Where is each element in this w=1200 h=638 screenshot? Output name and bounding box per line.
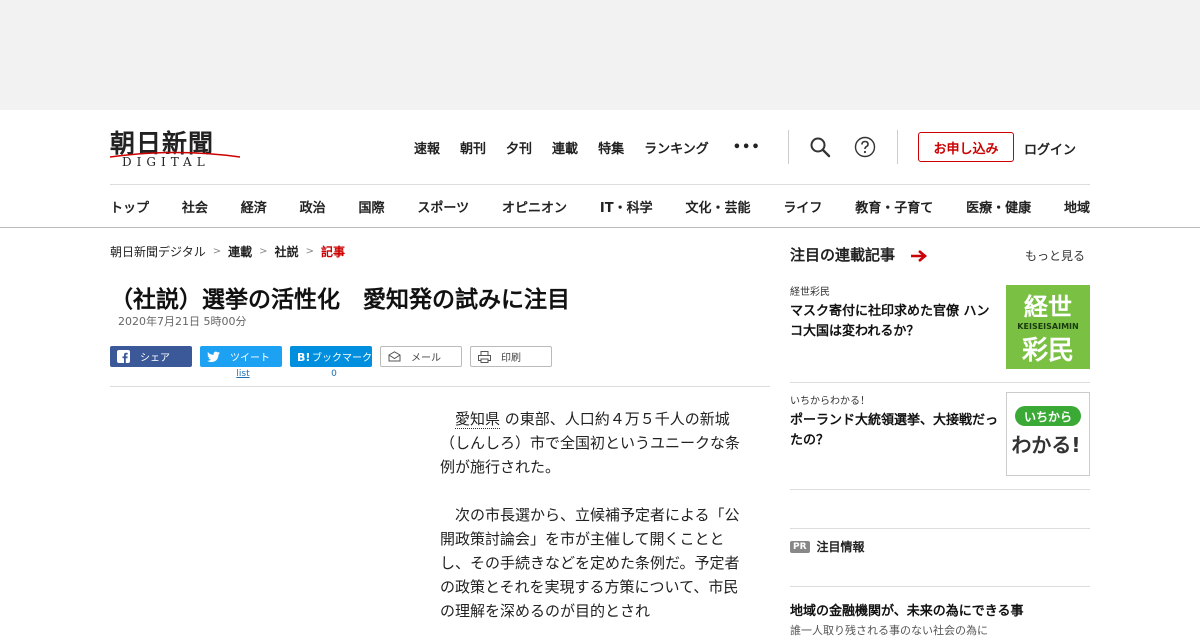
nav-ranking[interactable]: ランキング — [644, 138, 709, 157]
subscribe-button[interactable]: お申し込み — [918, 132, 1014, 162]
facebook-icon — [117, 350, 130, 363]
sidebar-article-keisei[interactable]: 経世彩民 マスク寄付に社印求めた官僚 ハンコ大国は変われるか？ 経世 KEISE… — [790, 283, 1090, 369]
share-mail-label: メール — [411, 353, 441, 364]
cat-it-science[interactable]: IT・科学 — [600, 197, 653, 216]
thumb-subtext: KEISEISAIMIN — [1017, 322, 1078, 331]
sidebar-article-title[interactable]: ポーランド大統領選挙、大接戦だったの？ — [790, 411, 1000, 451]
breadcrumb-separator: > — [305, 246, 314, 257]
breadcrumb-rensai[interactable]: 連載 — [228, 243, 252, 260]
logo-sub-text: DIGITAL — [122, 155, 210, 169]
header-divider — [788, 130, 789, 164]
breadcrumb-separator: > — [259, 246, 268, 257]
site-logo[interactable]: 朝日新聞 DIGITAL — [110, 124, 242, 170]
keisei-saimin-thumbnail[interactable]: 経世 KEISEISAIMIN 彩民 — [1006, 285, 1090, 369]
article-paragraph: 次の市長選から、立候補予定者による「公開政策討論会」を市が主催して開くこととし、… — [440, 506, 740, 620]
cat-health[interactable]: 医療・健康 — [966, 197, 1031, 216]
hatena-count: 0 — [331, 369, 337, 379]
breadcrumb-current: 記事 — [320, 245, 345, 259]
cat-top[interactable]: トップ — [110, 197, 149, 216]
site-header: 朝日新聞 DIGITAL 速報 朝刊 夕刊 連載 特集 ランキング ••• お申… — [0, 110, 1200, 228]
print-button[interactable]: 印刷 — [470, 346, 552, 367]
sidebar-divider — [790, 586, 1090, 587]
category-nav: トップ 社会 経済 政治 国際 スポーツ オピニオン IT・科学 文化・芸能 ラ… — [110, 197, 1090, 216]
cat-international[interactable]: 国際 — [359, 197, 385, 216]
pr-story-subtitle[interactable]: 誰一人取り残される事のない社会の為に — [790, 622, 988, 638]
print-icon — [478, 350, 491, 363]
cat-politics[interactable]: 政治 — [300, 197, 326, 216]
cat-society[interactable]: 社会 — [182, 197, 208, 216]
cat-life[interactable]: ライフ — [783, 197, 822, 216]
svg-text:B!: B! — [297, 351, 310, 363]
nav-sokuho[interactable]: 速報 — [414, 138, 440, 157]
thumb-text: 経世 — [1024, 293, 1072, 321]
thumb-text: わかる! — [1011, 433, 1080, 457]
sidebar-divider — [790, 382, 1090, 383]
top-nav: 速報 朝刊 夕刊 連載 特集 ランキング ••• — [414, 138, 781, 157]
breadcrumb: 朝日新聞デジタル > 連載 > 社説 > 記事 — [110, 243, 345, 260]
article-headline: （社説）選挙の活性化 愛知発の試みに注目 — [110, 287, 570, 313]
ad-banner-area — [0, 0, 1200, 110]
nav-choukan[interactable]: 朝刊 — [460, 138, 486, 157]
cat-economy[interactable]: 経済 — [241, 197, 267, 216]
nav-divider — [110, 184, 1090, 185]
share-mail-button[interactable]: メール — [380, 346, 462, 367]
sidebar-more-link[interactable]: もっと見る — [1025, 247, 1085, 264]
pr-section-header: PR 注目情報 — [790, 538, 865, 555]
cat-education[interactable]: 教育・子育て — [855, 197, 933, 216]
ichikara-wakaru-thumbnail[interactable]: いちから わかる! — [1006, 392, 1090, 476]
nav-tokushu[interactable]: 特集 — [598, 138, 624, 157]
share-facebook-label: シェア — [140, 353, 170, 364]
breadcrumb-shasetsu[interactable]: 社説 — [275, 243, 299, 260]
arrow-right-icon — [911, 250, 928, 262]
share-twitter-label: ツイート — [230, 353, 270, 364]
share-hatena-label: ブックマーク — [312, 353, 372, 364]
sidebar-article-ichikara[interactable]: いちからわかる！ ポーランド大統領選挙、大接戦だったの？ いちから わかる! — [790, 392, 1090, 476]
cat-region[interactable]: 地域 — [1064, 197, 1090, 216]
article-date: 2020年7月21日 5時00分 — [118, 315, 247, 328]
cat-opinion[interactable]: オピニオン — [502, 197, 567, 216]
twitter-icon — [207, 351, 220, 362]
keyword-link-aichi[interactable]: 愛知県 — [455, 410, 501, 429]
header-divider — [897, 130, 898, 164]
cat-culture[interactable]: 文化・芸能 — [685, 197, 750, 216]
article-paragraph: 愛知県 の東部、人口約４万５千人の新城（しんしろ）市で全国初というユニークな条例… — [440, 407, 748, 479]
more-menu-button[interactable]: ••• — [733, 140, 761, 155]
mail-icon — [388, 351, 401, 362]
sidebar-divider — [790, 489, 1090, 490]
breadcrumb-separator: > — [212, 246, 222, 257]
login-link[interactable]: ログイン — [1024, 139, 1076, 158]
nav-yukan[interactable]: 夕刊 — [506, 138, 532, 157]
sidebar-title[interactable]: 注目の連載記事 — [790, 244, 895, 265]
thumb-text: 彩民 — [1021, 336, 1074, 366]
cat-sports[interactable]: スポーツ — [417, 197, 469, 216]
pr-badge: PR — [790, 540, 810, 553]
twitter-count-link[interactable]: list — [202, 369, 284, 379]
sidebar-article-title[interactable]: マスク寄付に社印求めた官僚 ハンコ大国は変われるか？ — [790, 302, 1000, 342]
search-icon[interactable] — [809, 136, 831, 158]
help-icon[interactable] — [854, 136, 876, 158]
thumb-text: いちから — [1024, 410, 1072, 424]
pr-story-title[interactable]: 地域の金融機関が、未来の為にできる事 — [790, 600, 1023, 619]
share-twitter-button[interactable]: ツイート — [200, 346, 282, 367]
nav-rensai[interactable]: 連載 — [552, 138, 578, 157]
breadcrumb-home[interactable]: 朝日新聞デジタル — [110, 243, 206, 260]
hatena-bookmark-icon: B! — [297, 351, 310, 363]
pr-label: 注目情報 — [816, 540, 865, 554]
print-label: 印刷 — [501, 353, 521, 364]
sidebar-divider — [790, 528, 1090, 529]
article-divider — [110, 386, 770, 387]
share-facebook-button[interactable]: シェア — [110, 346, 192, 367]
share-hatena-button[interactable]: B! ブックマーク — [290, 346, 372, 367]
